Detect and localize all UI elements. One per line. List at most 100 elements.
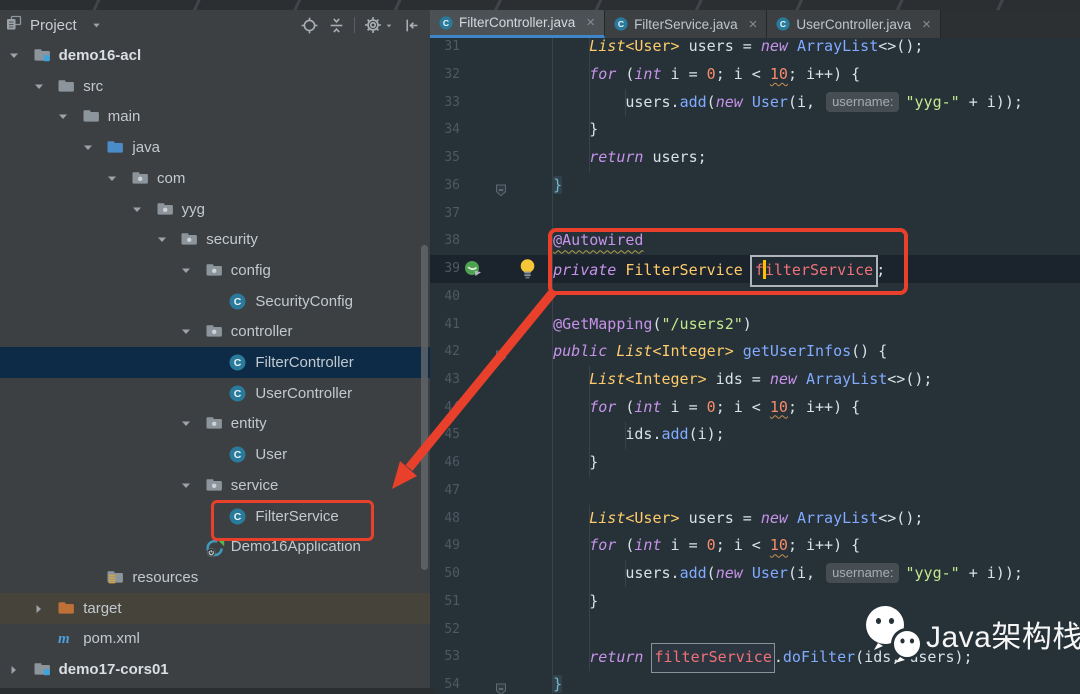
expand-arrow-down-icon[interactable] <box>57 110 69 122</box>
project-panel-header: Project <box>0 10 430 40</box>
line-number: 36 <box>436 172 460 200</box>
tree-item-label: demo17-cors01 <box>59 654 169 685</box>
code-line-48[interactable]: 48 List<User> users = new ArrayList<>(); <box>430 505 1080 533</box>
expand-arrow-down-icon[interactable] <box>8 49 20 61</box>
svg-text:C: C <box>234 388 242 400</box>
code-line-41[interactable]: 41 @GetMapping("/users2") <box>430 311 1080 339</box>
tree-item-label: resources <box>132 562 198 593</box>
editor-tab-filterservice-java[interactable]: CFilterService.java× <box>605 10 767 38</box>
expand-arrow-down-icon[interactable] <box>131 203 143 215</box>
collapse-all-button[interactable] <box>327 16 345 34</box>
editor-tab-usercontroller-java[interactable]: CUserController.java× <box>767 10 941 38</box>
tree-item-usercontroller[interactable]: CUserController <box>0 378 430 409</box>
close-tab-icon[interactable]: × <box>586 15 595 30</box>
line-number: 33 <box>436 89 460 117</box>
gear-dropdown-icon[interactable] <box>385 17 393 34</box>
code-line-54[interactable]: 54 } <box>430 671 1080 694</box>
line-number: 47 <box>436 477 460 505</box>
panel-title[interactable]: Project <box>30 17 77 34</box>
close-tab-icon[interactable]: × <box>922 17 931 32</box>
chevron-down-icon[interactable] <box>91 20 102 31</box>
expand-arrow-down-icon[interactable] <box>180 417 192 429</box>
code-line-50[interactable]: 50 users.add(new User(i, username:"yyg-"… <box>430 560 1080 588</box>
expand-arrow-down-icon[interactable] <box>82 141 94 153</box>
window-top-strip <box>0 0 1080 10</box>
identifier-occurrence-box: filterService <box>651 643 774 673</box>
editor-tab-filtercontroller-java[interactable]: CFilterController.java× <box>430 10 605 38</box>
code-text: } <box>517 116 598 144</box>
tree-item-label: demo16-acl <box>59 40 142 71</box>
tree-scrollbar[interactable] <box>421 245 428 570</box>
tree-item-java[interactable]: java <box>0 132 430 163</box>
hide-panel-button[interactable] <box>402 16 420 34</box>
line-number: 39 <box>436 255 460 283</box>
tree-item-service[interactable]: service <box>0 470 430 501</box>
tree-item-yyg[interactable]: yyg <box>0 194 430 225</box>
tree-item-target[interactable]: target <box>0 593 430 624</box>
expand-arrow-right-icon[interactable] <box>8 663 20 675</box>
tree-item-entity[interactable]: entity <box>0 408 430 439</box>
editor-area: 31 List<User> users = new ArrayList<>();… <box>430 0 1080 694</box>
line-number: 54 <box>436 671 460 694</box>
annotation-box-tree <box>211 500 374 541</box>
package-icon <box>205 415 225 433</box>
code-text: users.add(new User(i, username:"yyg-" + … <box>517 560 1023 588</box>
locate-file-button[interactable] <box>300 16 318 34</box>
code-line-34[interactable]: 34 } <box>430 116 1080 144</box>
class-icon: C <box>229 385 249 403</box>
expand-arrow-down-icon[interactable] <box>180 325 192 337</box>
class-icon: C <box>229 354 249 372</box>
line-number: 32 <box>436 61 460 89</box>
tree-item-main[interactable]: main <box>0 101 430 132</box>
fold-marker-icon[interactable] <box>494 678 508 694</box>
code-editor[interactable]: 31 List<User> users = new ArrayList<>();… <box>430 0 1080 694</box>
code-line-49[interactable]: 49 for (int i = 0; i < 10; i++) { <box>430 532 1080 560</box>
code-line-32[interactable]: 32 for (int i = 0; i < 10; i++) { <box>430 61 1080 89</box>
wechat-icon <box>848 599 924 670</box>
code-line-36[interactable]: 36 } <box>430 172 1080 200</box>
code-line-37[interactable]: 37 <box>430 200 1080 228</box>
expand-arrow-down-icon[interactable] <box>106 172 118 184</box>
tree-item-pom.xml[interactable]: mpom.xml <box>0 623 430 654</box>
tree-item-com[interactable]: com <box>0 163 430 194</box>
line-number: 49 <box>436 532 460 560</box>
folder-icon <box>57 78 77 96</box>
code-line-47[interactable]: 47 <box>430 477 1080 505</box>
annotation-box-code <box>548 228 908 295</box>
close-tab-icon[interactable]: × <box>749 17 758 32</box>
tree-item-demo16-acl[interactable]: demo16-acl <box>0 40 430 71</box>
tree-item-config[interactable]: config <box>0 255 430 286</box>
code-line-44[interactable]: 44 for (int i = 0; i < 10; i++) { <box>430 394 1080 422</box>
expand-arrow-down-icon[interactable] <box>33 80 45 92</box>
tree-item-demo17-cors01[interactable]: demo17-cors01 <box>0 654 430 685</box>
code-line-43[interactable]: 43 List<Integer> ids = new ArrayList<>()… <box>430 366 1080 394</box>
expand-arrow-down-icon[interactable] <box>180 479 192 491</box>
svg-text:C: C <box>618 19 624 29</box>
ide-window: Project <box>0 0 1080 694</box>
code-line-45[interactable]: 45 ids.add(i); <box>430 421 1080 449</box>
tree-item-controller[interactable]: controller <box>0 316 430 347</box>
class-icon: C <box>229 293 249 311</box>
tree-item-security[interactable]: security <box>0 224 430 255</box>
line-number: 41 <box>436 311 460 339</box>
code-line-46[interactable]: 46 } <box>430 449 1080 477</box>
code-text: } <box>517 588 598 616</box>
tree-item-filtercontroller[interactable]: CFilterController <box>0 347 430 378</box>
tree-item-resources[interactable]: resources <box>0 562 430 593</box>
tree-item-label: target <box>83 593 121 624</box>
code-text: List<User> users = new ArrayList<>(); <box>517 505 923 533</box>
line-number: 53 <box>436 643 460 671</box>
expand-arrow-right-icon[interactable] <box>33 602 45 614</box>
code-line-33[interactable]: 33 users.add(new User(i, username:"yyg-"… <box>430 89 1080 117</box>
expand-arrow-down-icon[interactable] <box>180 264 192 276</box>
tree-item-user[interactable]: CUser <box>0 439 430 470</box>
code-line-35[interactable]: 35 return users; <box>430 144 1080 172</box>
tree-item-label: security <box>206 224 258 255</box>
project-tool-window-icon <box>5 14 23 36</box>
tree-item-securityconfig[interactable]: CSecurityConfig <box>0 286 430 317</box>
code-line-42[interactable]: 42 public List<Integer> getUserInfos() { <box>430 338 1080 366</box>
line-number: 50 <box>436 560 460 588</box>
tree-item-src[interactable]: src <box>0 71 430 102</box>
gear-icon[interactable] <box>364 16 382 34</box>
expand-arrow-down-icon[interactable] <box>156 233 168 245</box>
